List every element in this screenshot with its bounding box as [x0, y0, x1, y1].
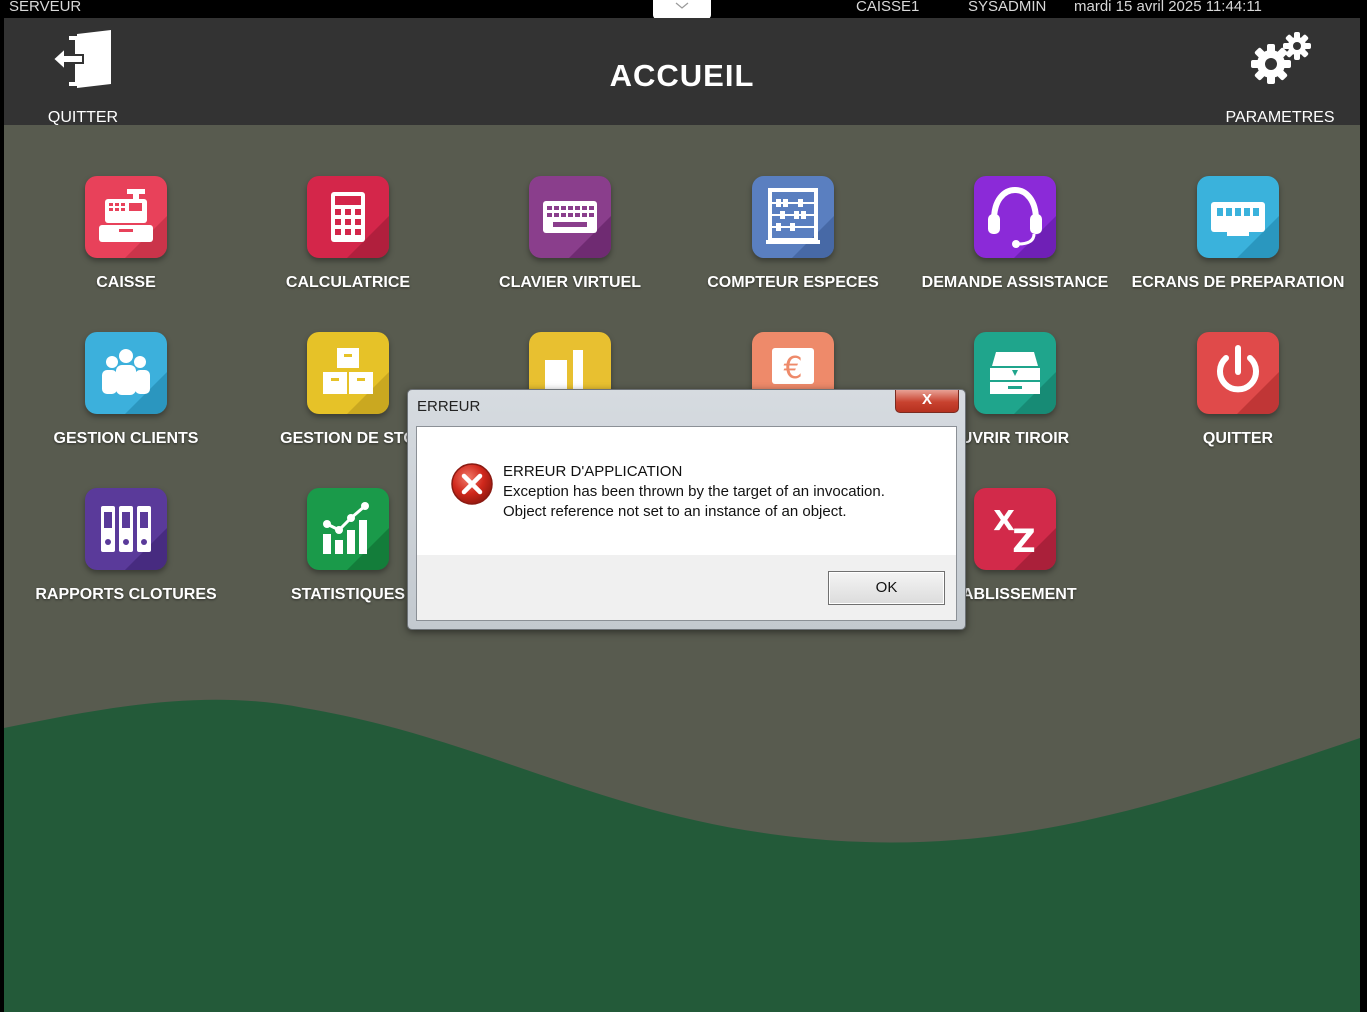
- tile-caisse[interactable]: CAISSE: [15, 176, 237, 316]
- calculator-icon: [307, 176, 389, 258]
- dialog-heading: ERREUR D'APPLICATION: [503, 463, 683, 480]
- bar-chart-icon: [307, 488, 389, 570]
- abacus-icon: [752, 176, 834, 258]
- tile-rapports-clotures[interactable]: RAPPORTS CLOTURES: [15, 488, 237, 628]
- tile-label: CAISSE: [96, 274, 156, 291]
- display-icon: [1197, 176, 1279, 258]
- tile-clavier-virtuel[interactable]: CLAVIER VIRTUEL: [459, 176, 681, 316]
- tile-demande-assistance[interactable]: DEMANDE ASSISTANCE: [904, 176, 1126, 316]
- datetime-label: mardi 15 avril 2025 11:44:11: [1074, 0, 1262, 15]
- drawer-icon: [974, 332, 1056, 414]
- tile-label: QUITTER: [1202, 430, 1274, 447]
- pull-down-tab[interactable]: [653, 0, 711, 19]
- tile-label: ECRANS DE PREPARATION: [1131, 274, 1345, 291]
- tile-label: COMPTEUR ESPECES: [707, 274, 879, 291]
- dialog-message: ERREUR D'APPLICATION Exception has been …: [503, 462, 885, 522]
- status-bar: SERVEUR CAISSE1 SYSADMIN mardi 15 avril …: [0, 0, 1367, 19]
- settings-label: PARAMETRES: [1225, 109, 1335, 126]
- headset-icon: [974, 176, 1056, 258]
- svg-text:€: €: [783, 351, 802, 386]
- tile-ecrans-de-preparation[interactable]: ECRANS DE PREPARATION: [1127, 176, 1349, 316]
- dialog-body: ERREUR D'APPLICATION Exception has been …: [416, 426, 957, 621]
- tile-gestion-clients[interactable]: GESTION CLIENTS: [15, 332, 237, 472]
- tile-calculatrice[interactable]: CALCULATRICE: [237, 176, 459, 316]
- svg-text:Z: Z: [1012, 522, 1035, 560]
- tile-compteur-especes[interactable]: COMPTEUR ESPECES: [682, 176, 904, 316]
- tile-quitter[interactable]: QUITTER: [1127, 332, 1349, 472]
- tile-label: GESTION CLIENTS: [53, 430, 199, 447]
- error-dialog: ERREUR X ERREUR D'APPLICATION Exception …: [407, 389, 966, 630]
- users-icon: [85, 332, 167, 414]
- cash-register-icon: [85, 176, 167, 258]
- settings-button[interactable]: PARAMETRES: [1220, 26, 1340, 126]
- ok-button[interactable]: OK: [828, 571, 945, 605]
- tile-label: DEMANDE ASSISTANCE: [921, 274, 1109, 291]
- page-title: ACCUEIL: [609, 58, 755, 93]
- chevron-down-icon: [675, 2, 689, 9]
- header: QUITTER ACCUEIL PARAMETRES: [4, 18, 1360, 126]
- dialog-content: ERREUR D'APPLICATION Exception has been …: [417, 427, 956, 555]
- keyboard-icon: [529, 176, 611, 258]
- power-icon: [1197, 332, 1279, 414]
- dialog-line2: Object reference not set to an instance …: [503, 503, 847, 520]
- xz-icon: X Z: [974, 488, 1056, 570]
- tile-label: RAPPORTS CLOTURES: [35, 586, 217, 603]
- quit-label: QUITTER: [47, 109, 119, 126]
- tile-label: CALCULATRICE: [285, 274, 411, 291]
- dialog-title: ERREUR: [417, 398, 481, 415]
- register-label: CAISSE1: [856, 0, 920, 15]
- dialog-close-button[interactable]: X: [895, 390, 959, 413]
- user-label: SYSADMIN: [968, 0, 1047, 15]
- error-icon: [451, 463, 493, 505]
- boxes-icon: [307, 332, 389, 414]
- server-label: SERVEUR: [9, 0, 82, 15]
- tile-label: CLAVIER VIRTUEL: [499, 274, 641, 291]
- binders-icon: [85, 488, 167, 570]
- gears-icon: [1251, 32, 1311, 84]
- dialog-line1: Exception has been thrown by the target …: [503, 483, 885, 500]
